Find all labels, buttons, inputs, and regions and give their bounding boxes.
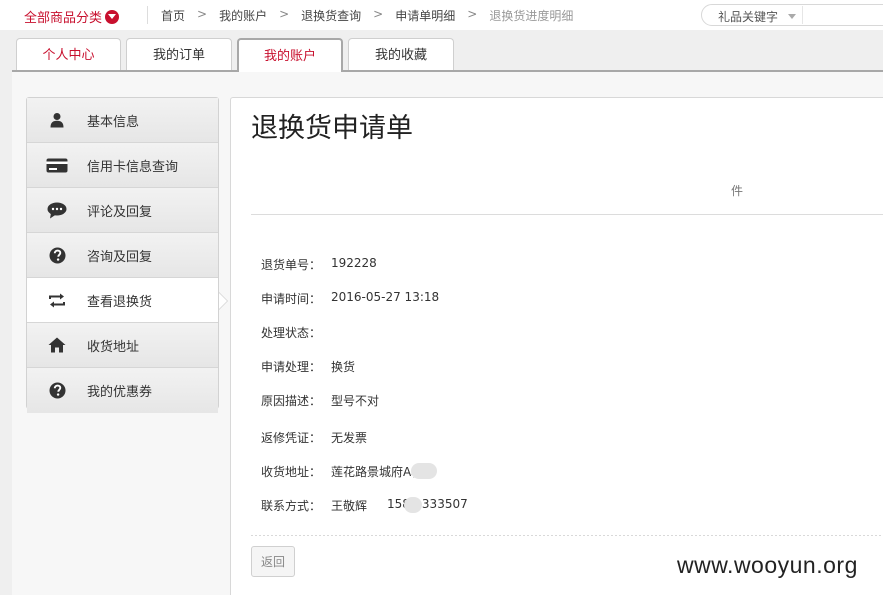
sidebar-item-label: 我的优惠券 (87, 385, 153, 400)
home-icon (27, 337, 87, 353)
page-title: 退换货申请单 (251, 113, 413, 144)
search-input[interactable] (802, 6, 883, 24)
chevron-down-icon[interactable] (788, 14, 796, 19)
tab-my-account[interactable]: 我的账户 (237, 38, 343, 72)
user-icon (27, 112, 87, 128)
field-label: 原因描述： (261, 394, 322, 408)
field-label: 退货单号： (261, 258, 322, 272)
field-label: 申请处理： (261, 360, 322, 374)
field-value: 无发票 (331, 431, 368, 445)
back-button[interactable]: 返回 (251, 546, 295, 577)
sidebar-item-inquiries[interactable]: 咨询及回复 (27, 233, 218, 278)
field-application-time: 申请时间： 2016-05-27 13:18 (261, 290, 439, 307)
chevron-down-icon[interactable] (105, 9, 120, 24)
field-reason: 原因描述： 型号不对 (261, 392, 379, 409)
tab-my-favorites[interactable]: 我的收藏 (348, 38, 454, 71)
top-bar: 全部商品分类 首页 > 我的账户 > 退换货查询 > 申请单明细 > 退换货进度… (0, 0, 883, 30)
field-label: 申请时间： (261, 292, 322, 306)
breadcrumb-application-detail[interactable]: 申请单明细 (395, 7, 455, 24)
watermark: www.wooyun.org (677, 552, 858, 578)
breadcrumb-home[interactable]: 首页 (161, 7, 185, 24)
tab-personal-center[interactable]: 个人中心 (16, 38, 121, 71)
field-request-type: 申请处理： 换货 (261, 358, 355, 375)
field-status: 处理状态： (261, 324, 331, 341)
tab-my-orders[interactable]: 我的订单 (126, 38, 232, 71)
sidebar-item-label: 信用卡信息查询 (87, 159, 179, 175)
sidebar-item-comments[interactable]: 评论及回复 (27, 188, 218, 233)
search-type-select[interactable]: 礼品关键字 (718, 8, 778, 25)
all-categories-menu[interactable]: 全部商品分类 (24, 7, 120, 26)
sidebar-item-label: 查看退换货 (87, 294, 153, 310)
comment-icon (27, 202, 87, 219)
return-application-panel: 退换货申请单 件 退货单号： 192228 申请时间： 2016-05-27 1… (230, 97, 883, 595)
exchange-icon (27, 293, 87, 308)
divider (251, 535, 883, 536)
active-pointer (219, 293, 227, 309)
redaction-blur (411, 463, 438, 479)
sidebar-item-credit-card[interactable]: 信用卡信息查询 (27, 143, 218, 188)
contact-name: 王敬辉 (331, 499, 368, 513)
field-repair-voucher: 返修凭证： 无发票 (261, 429, 367, 446)
breadcrumb-returns-query[interactable]: 退换货查询 (301, 7, 361, 24)
field-value: 换货 (331, 360, 356, 374)
sidebar-item-coupons[interactable]: 我的优惠券 (27, 368, 218, 413)
field-value: 莲花路景城府A栋 (331, 465, 424, 479)
breadcrumb-separator: > (197, 7, 208, 21)
field-label: 处理状态： (261, 326, 322, 340)
redaction-blur (403, 497, 422, 513)
sidebar-menu: 基本信息 信用卡信息查询 评论及回复 咨询及回复 查看退换货 收货地址 我的优惠… (26, 97, 228, 413)
field-value: 型号不对 (331, 394, 380, 408)
column-header: 件 (731, 184, 744, 198)
breadcrumb: 首页 > 我的账户 > 退换货查询 > 申请单明细 > 退换货进度明细 (161, 7, 573, 24)
sidebar-item-label: 基本信息 (87, 114, 140, 130)
divider (251, 214, 883, 215)
breadcrumb-separator: > (373, 7, 384, 21)
tab-underline (12, 70, 883, 72)
sidebar-item-shipping-address[interactable]: 收货地址 (27, 323, 218, 368)
sidebar-item-label: 评论及回复 (87, 204, 153, 220)
credit-card-icon (27, 158, 87, 173)
field-label: 返修凭证： (261, 431, 322, 445)
breadcrumb-separator: > (279, 7, 290, 21)
field-value: 2016-05-27 13:18 (331, 290, 440, 304)
sidebar-item-label: 咨询及回复 (87, 249, 153, 265)
field-value: 192228 (331, 256, 377, 270)
field-return-number: 退货单号： 192228 (261, 256, 377, 273)
sidebar-item-view-returns[interactable]: 查看退换货 (27, 278, 228, 323)
contact-phone-suffix: 333507 (421, 497, 468, 511)
breadcrumb-current: 退换货进度明细 (489, 9, 574, 23)
field-label: 收货地址： (261, 465, 322, 479)
sidebar-item-basic-info[interactable]: 基本信息 (27, 98, 218, 143)
field-shipping-address: 收货地址： 莲花路景城府A栋 (261, 463, 438, 480)
field-label: 联系方式： (261, 499, 322, 513)
breadcrumb-my-account[interactable]: 我的账户 (219, 7, 267, 24)
search-box: 礼品关键字 (701, 4, 883, 26)
breadcrumb-separator: > (467, 7, 478, 21)
question-icon (27, 247, 87, 264)
sidebar-item-label: 收货地址 (87, 339, 140, 355)
divider (147, 6, 148, 24)
all-categories-label[interactable]: 全部商品分类 (24, 7, 102, 26)
coupon-question-icon (27, 382, 87, 399)
field-contact: 联系方式： 王敬辉 158 333507 (261, 497, 468, 514)
